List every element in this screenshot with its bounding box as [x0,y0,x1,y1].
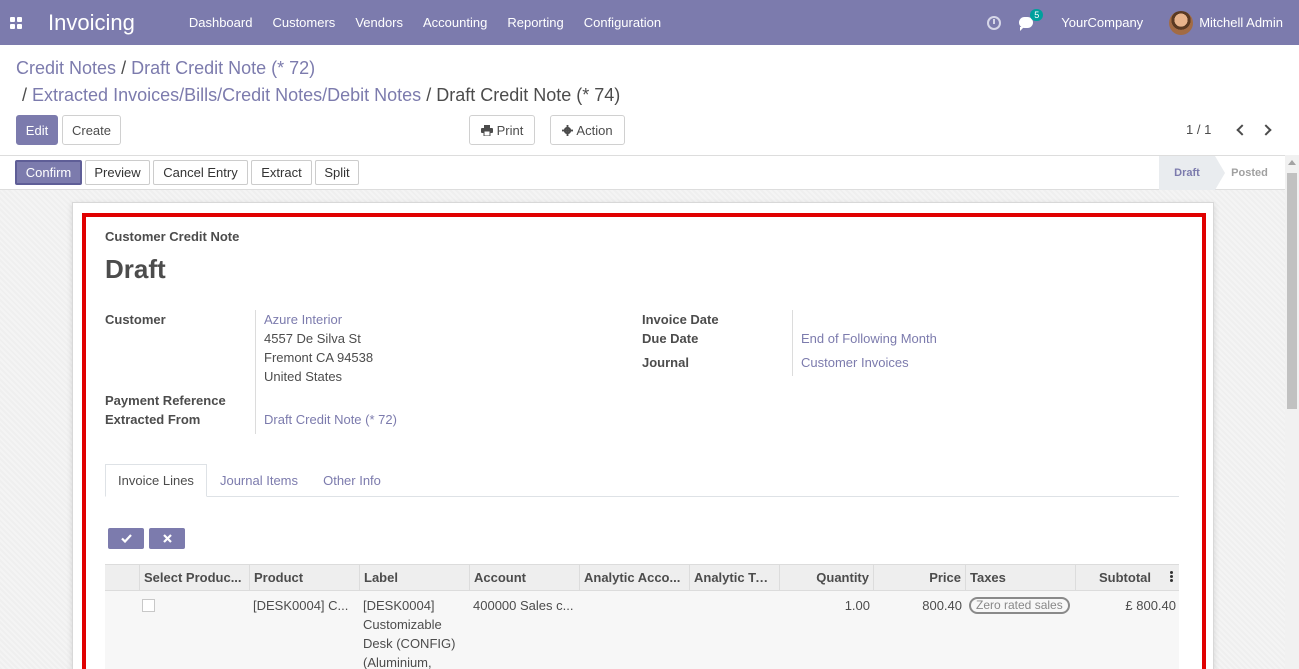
row-label-line-3[interactable]: Desk (CONFIG) [363,634,455,653]
printer-icon [480,124,493,136]
check-icon [120,534,132,543]
field-divider [255,310,256,434]
create-button[interactable]: Create [62,115,121,145]
save-line-button[interactable] [108,528,144,549]
due-date-label: Due Date [642,331,699,346]
journal-label: Journal [642,355,689,370]
menu-accounting[interactable]: Accounting [413,15,497,30]
column-header-subtotal[interactable]: Subtotal [1075,565,1155,592]
customer-address-line-3: United States [264,369,343,384]
column-header-label[interactable]: Label [359,565,469,592]
menu-dashboard[interactable]: Dashboard [179,15,263,30]
invoice-lines-header: Select Produc... Product Label Account A… [105,564,1179,592]
close-icon [162,534,172,543]
gear-icon [562,124,574,136]
column-header-product[interactable]: Product [249,565,359,592]
row-quantity[interactable]: 1.00 [780,596,870,615]
menu-configuration[interactable]: Configuration [574,15,671,30]
breadcrumb-separator: / [426,85,432,105]
action-label: Action [576,122,613,138]
tab-journal-items[interactable]: Journal Items [210,464,308,497]
row-product[interactable]: [DESK0004] C... [253,596,353,615]
edit-button[interactable]: Edit [16,115,58,145]
pager-previous-icon[interactable] [1236,124,1248,136]
tab-other-info[interactable]: Other Info [312,464,392,497]
navbar-right: 5 YourCompany Mitchell Admin [987,0,1299,45]
breadcrumb: Credit Notes / Draft Credit Note (* 72) [16,57,315,80]
row-label-line-1[interactable]: [DESK0004] [363,596,435,615]
confirm-button[interactable]: Confirm [15,160,82,185]
column-header-price[interactable]: Price [873,565,965,592]
breadcrumb-separator: / [121,58,127,78]
select-product-checkbox[interactable] [142,599,155,612]
activity-clock-icon[interactable] [987,15,1002,30]
customer-address-line-2: Fremont CA 94538 [264,350,374,365]
user-menu[interactable]: Mitchell Admin [1199,15,1283,30]
extract-button[interactable]: Extract [251,160,312,185]
print-button[interactable]: Print [469,115,535,145]
column-options-icon[interactable] [1170,571,1173,583]
top-navbar: Invoicing Dashboard Customers Vendors Ac… [0,0,1299,45]
stage-draft[interactable]: Draft [1159,156,1225,190]
tab-invoice-lines[interactable]: Invoice Lines [105,464,207,497]
document-type: Customer Credit Note [105,229,240,244]
extracted-from-link[interactable]: Draft Credit Note (* 72) [264,412,397,427]
action-button[interactable]: Action [550,115,625,145]
scrollbar[interactable] [1285,155,1299,669]
column-header-analytic-account[interactable]: Analytic Acco... [579,565,689,592]
row-account[interactable]: 400000 Sales c... [473,596,577,615]
customer-label: Customer [105,312,166,327]
row-label-line-2[interactable]: Customizable [363,615,442,634]
invoice-date-label: Invoice Date [642,312,719,327]
breadcrumb-credit-notes[interactable]: Credit Notes [16,58,116,78]
company-switcher[interactable]: YourCompany [1061,15,1143,30]
field-divider [792,310,793,376]
apps-menu-icon[interactable] [0,0,32,45]
column-header-analytic-tags[interactable]: Analytic Tags [689,565,779,592]
breadcrumb-current: Draft Credit Note (* 74) [436,85,621,105]
menu-vendors[interactable]: Vendors [345,15,413,30]
column-header-account[interactable]: Account [469,565,579,592]
scroll-up-arrow-icon[interactable] [1288,160,1296,165]
row-subtotal: £ 800.40 [1125,598,1176,613]
breadcrumb-draft-72[interactable]: Draft Credit Note (* 72) [131,58,315,78]
menu-customers[interactable]: Customers [262,15,345,30]
customer-link[interactable]: Azure Interior [264,312,342,327]
extracted-from-label: Extracted From [105,412,201,427]
document-title: Draft [105,254,166,284]
row-label-line-4[interactable]: (Aluminium, [363,653,432,669]
breadcrumb-extracted[interactable]: Extracted Invoices/Bills/Credit Notes/De… [32,85,421,105]
payment-reference-label: Payment Reference [105,393,226,408]
column-header-select-product[interactable]: Select Produc... [139,565,249,592]
menu-reporting[interactable]: Reporting [497,15,573,30]
chat-count-badge: 5 [1030,9,1044,21]
breadcrumb-separator: / [22,85,28,105]
cancel-entry-button[interactable]: Cancel Entry [153,160,248,185]
scroll-thumb[interactable] [1287,173,1297,409]
app-brand[interactable]: Invoicing [48,10,135,36]
column-header-taxes[interactable]: Taxes [965,565,1075,592]
user-avatar[interactable] [1169,10,1194,35]
column-header-quantity[interactable]: Quantity [779,565,873,592]
row-tax-tag[interactable]: Zero rated sales [969,597,1070,614]
form-statusbar: Confirm Preview Cancel Entry Extract Spl… [0,155,1299,190]
split-button[interactable]: Split [315,160,359,185]
stage-posted[interactable]: Posted [1222,156,1277,190]
breadcrumb-row-2: / Extracted Invoices/Bills/Credit Notes/… [22,84,620,107]
preview-button[interactable]: Preview [85,160,150,185]
due-date-value[interactable]: End of Following Month [801,331,937,346]
discard-line-button[interactable] [149,528,185,549]
main-menu: Dashboard Customers Vendors Accounting R… [179,15,671,30]
chat-icon[interactable]: 5 [1019,9,1044,31]
print-label: Print [496,122,524,138]
row-price[interactable]: 800.40 [872,596,962,615]
customer-address-line-1: 4557 De Silva St [264,331,361,346]
pager-next-icon[interactable] [1260,124,1272,136]
journal-value[interactable]: Customer Invoices [801,355,909,370]
pager-value[interactable]: 1 / 1 [1186,122,1211,137]
